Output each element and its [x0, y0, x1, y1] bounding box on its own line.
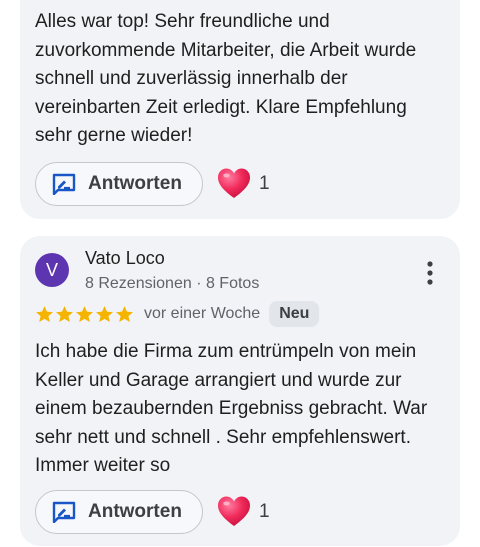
star-icon: [116, 305, 133, 322]
star-icon: [76, 305, 93, 322]
review-actions: Antworten 1: [35, 489, 270, 535]
heart-icon[interactable]: [217, 167, 251, 201]
reply-button[interactable]: Antworten: [35, 490, 203, 534]
avatar[interactable]: V: [35, 253, 69, 287]
avatar-initial: V: [45, 259, 58, 280]
review-card: V Vato Loco 8 Rezensionen · 8 Fotos vor …: [20, 236, 460, 546]
review-date: vor einer Woche: [144, 305, 261, 322]
reply-icon: [52, 173, 76, 195]
heart-icon[interactable]: [217, 495, 251, 529]
reply-icon: [52, 501, 76, 523]
star-rating: [35, 305, 135, 324]
new-badge: Neu: [269, 301, 320, 327]
review-text: Ich habe die Firma zum entrümpeln von me…: [35, 341, 428, 477]
more-vert-icon[interactable]: [420, 260, 440, 286]
reply-button[interactable]: Antworten: [35, 162, 203, 206]
author-name[interactable]: Vato Loco: [85, 248, 165, 269]
review-card: Alles war top! Sehr freundliche und zuvo…: [20, 0, 460, 219]
reply-button-label: Antworten: [88, 173, 182, 194]
star-icon: [96, 305, 113, 322]
review-actions: Antworten 1: [35, 161, 270, 207]
like-count: 1: [259, 501, 270, 522]
rating-row: vor einer Woche Neu: [35, 300, 320, 328]
reply-button-label: Antworten: [88, 501, 182, 522]
review-text: Alles war top! Sehr freundliche und zuvo…: [35, 11, 417, 147]
star-icon: [56, 305, 73, 322]
author-meta: 8 Rezensionen · 8 Fotos: [85, 275, 260, 292]
like-count: 1: [259, 173, 270, 194]
star-icon: [36, 305, 53, 322]
